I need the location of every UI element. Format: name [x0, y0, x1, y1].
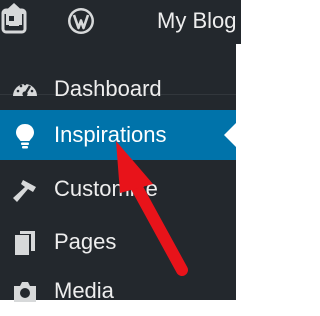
sidebar-item-label: Pages [54, 229, 117, 254]
sidebar-item-inspirations[interactable]: Inspirations [0, 110, 236, 160]
gauge-icon [13, 82, 37, 97]
admin-bar: My Blog [0, 0, 241, 44]
site-title-link[interactable]: My Blog [157, 7, 236, 35]
sidebar-item-label: Media [54, 278, 114, 303]
camera-icon [14, 282, 36, 302]
sidebar-item-label: Dashboard [54, 76, 162, 101]
pages-icon [15, 231, 35, 255]
sidebar-item-label: Customize [54, 176, 158, 201]
admin-sidebar: Dashboard Inspirations Customize Pages M… [0, 44, 236, 303]
sidebar-item-customize[interactable]: Customize [0, 164, 236, 214]
sidebar-item-label: Inspirations [54, 122, 167, 147]
sidebar-item-dashboard[interactable]: Dashboard [0, 64, 236, 114]
wordpress-icon[interactable] [66, 6, 96, 36]
sidebar-item-pages[interactable]: Pages [0, 217, 236, 267]
lightbulb-icon [16, 124, 34, 149]
hammer-icon [13, 180, 36, 202]
active-indicator [224, 123, 236, 147]
sidebar-item-media[interactable]: Media [0, 266, 236, 316]
menu-toggle-icon[interactable] [0, 6, 29, 36]
